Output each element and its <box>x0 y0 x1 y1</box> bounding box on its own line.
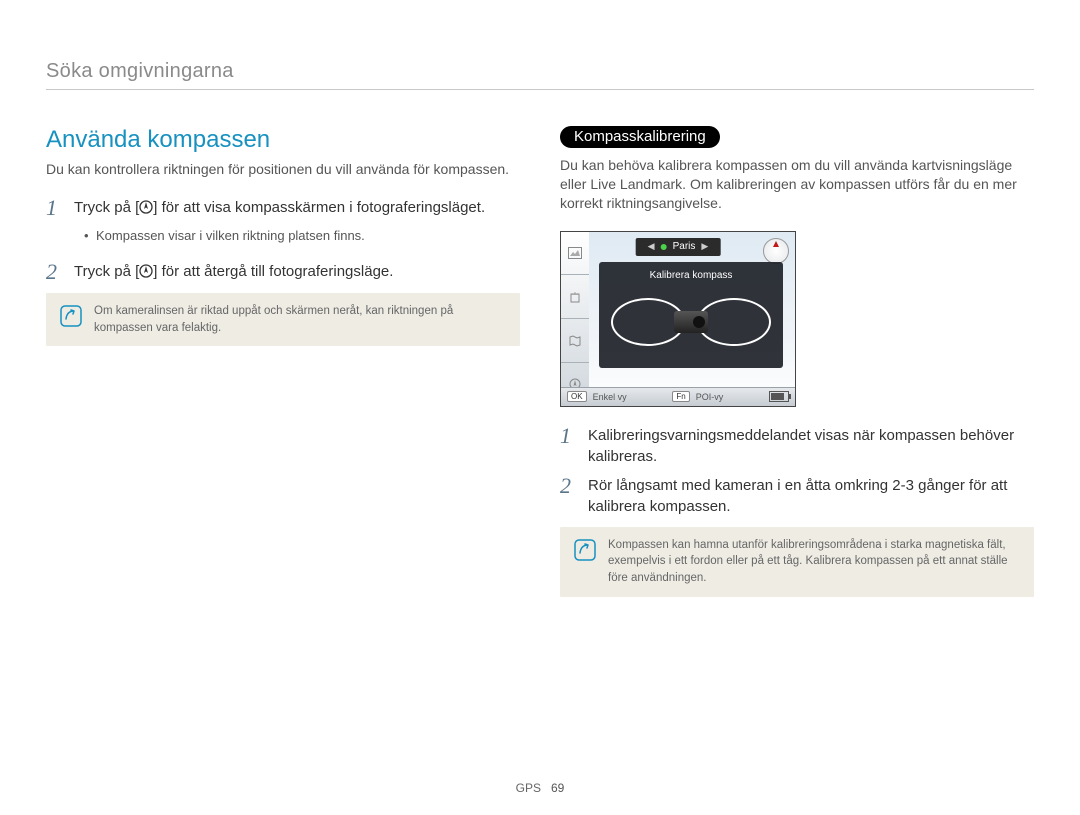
left-column: Använda kompassen Du kan kontrollera rik… <box>46 126 520 597</box>
right-intro: Du kan behöva kalibrera kompassen om du … <box>560 156 1034 213</box>
location-label: Paris <box>673 241 696 252</box>
right-step-2: 2 Rör långsamt med kameran i en åtta omk… <box>560 475 1034 517</box>
right-arrow-icon: ▶ <box>701 241 708 252</box>
step-2-pre: Tryck på [ <box>74 263 139 280</box>
note-icon <box>574 539 596 561</box>
note-text: Kompassen kan hamna utanför kalibrerings… <box>608 537 1020 587</box>
loop-right <box>697 298 771 346</box>
step-2-post: ] för att återgå till fotograferingsläge… <box>153 263 393 280</box>
breadcrumb: Söka omgivningarna <box>46 60 1034 90</box>
bullet-item: Kompassen visar i vilken riktning platse… <box>84 227 520 245</box>
section-heading: Använda kompassen <box>46 126 520 154</box>
step-number: 2 <box>560 475 578 517</box>
manual-page: Söka omgivningarna Använda kompassen Du … <box>46 0 1034 815</box>
right-step-1: 1 Kalibreringsvarningsmeddelandet visas … <box>560 425 1034 467</box>
camera-icon <box>674 311 708 333</box>
note-text: Om kameralinsen är riktad uppåt och skär… <box>94 303 506 336</box>
ok-key-icon: OK <box>567 391 587 402</box>
bottom-left-label: Enkel vy <box>593 392 627 402</box>
step-number: 2 <box>46 261 64 283</box>
step-1-text: Tryck på [ ] för att visa kompasskärmen i… <box>74 197 485 219</box>
sidebar-btn-map <box>561 319 589 363</box>
sidebar-btn-landmark <box>561 275 589 319</box>
step-1-pre: Tryck på [ <box>74 199 139 216</box>
compass-dial-icon <box>763 238 789 264</box>
step-2: 2 Tryck på [ ] för att återgå till fotogr… <box>46 261 520 283</box>
right-step-2-text: Rör långsamt med kameran i en åtta omkri… <box>588 475 1034 517</box>
content-columns: Använda kompassen Du kan kontrollera rik… <box>46 126 1034 597</box>
battery-icon <box>769 391 789 402</box>
footer-page-number: 69 <box>551 781 564 795</box>
bottom-right-label: POI-vy <box>696 392 724 402</box>
left-arrow-icon: ◀ <box>648 241 655 252</box>
subsection-pill: Kompasskalibrering <box>560 126 720 148</box>
step-2-text: Tryck på [ ] för att återgå till fotograf… <box>74 261 393 283</box>
note-icon <box>60 305 82 327</box>
step-1-bullets: Kompassen visar i vilken riktning platse… <box>84 227 520 245</box>
intro-paragraph: Du kan kontrollera riktningen för positi… <box>46 160 520 179</box>
figure-eight-graphic <box>607 287 775 357</box>
camera-sidebar <box>561 232 589 406</box>
camera-screen-illustration: ◀ Paris ▶ Kalibrera kompass OK <box>560 231 796 407</box>
step-1-post: ] för att visa kompasskärmen i fotografe… <box>153 199 485 216</box>
gps-dot-icon <box>661 244 667 250</box>
note-box: Kompassen kan hamna utanför kalibrerings… <box>560 527 1034 597</box>
right-step-1-text: Kalibreringsvarningsmeddelandet visas nä… <box>588 425 1034 467</box>
note-box: Om kameralinsen är riktad uppåt och skär… <box>46 293 520 346</box>
camera-location-bar: ◀ Paris ▶ <box>636 238 721 256</box>
footer-label: GPS <box>516 781 541 795</box>
right-column: Kompasskalibrering Du kan behöva kalibre… <box>560 126 1034 597</box>
step-number: 1 <box>46 197 64 219</box>
fn-key-icon: Fn <box>672 391 689 402</box>
camera-bottom-bar: OK Enkel vy Fn POI-vy <box>561 387 795 406</box>
overlay-title: Kalibrera kompass <box>607 270 775 281</box>
calibration-overlay: Kalibrera kompass <box>599 262 783 368</box>
sidebar-btn-landscape <box>561 232 589 276</box>
compass-icon <box>139 200 153 214</box>
page-footer: GPS 69 <box>516 781 565 795</box>
step-1: 1 Tryck på [ ] för att visa kompasskärmen… <box>46 197 520 219</box>
step-number: 1 <box>560 425 578 467</box>
compass-icon <box>139 264 153 278</box>
